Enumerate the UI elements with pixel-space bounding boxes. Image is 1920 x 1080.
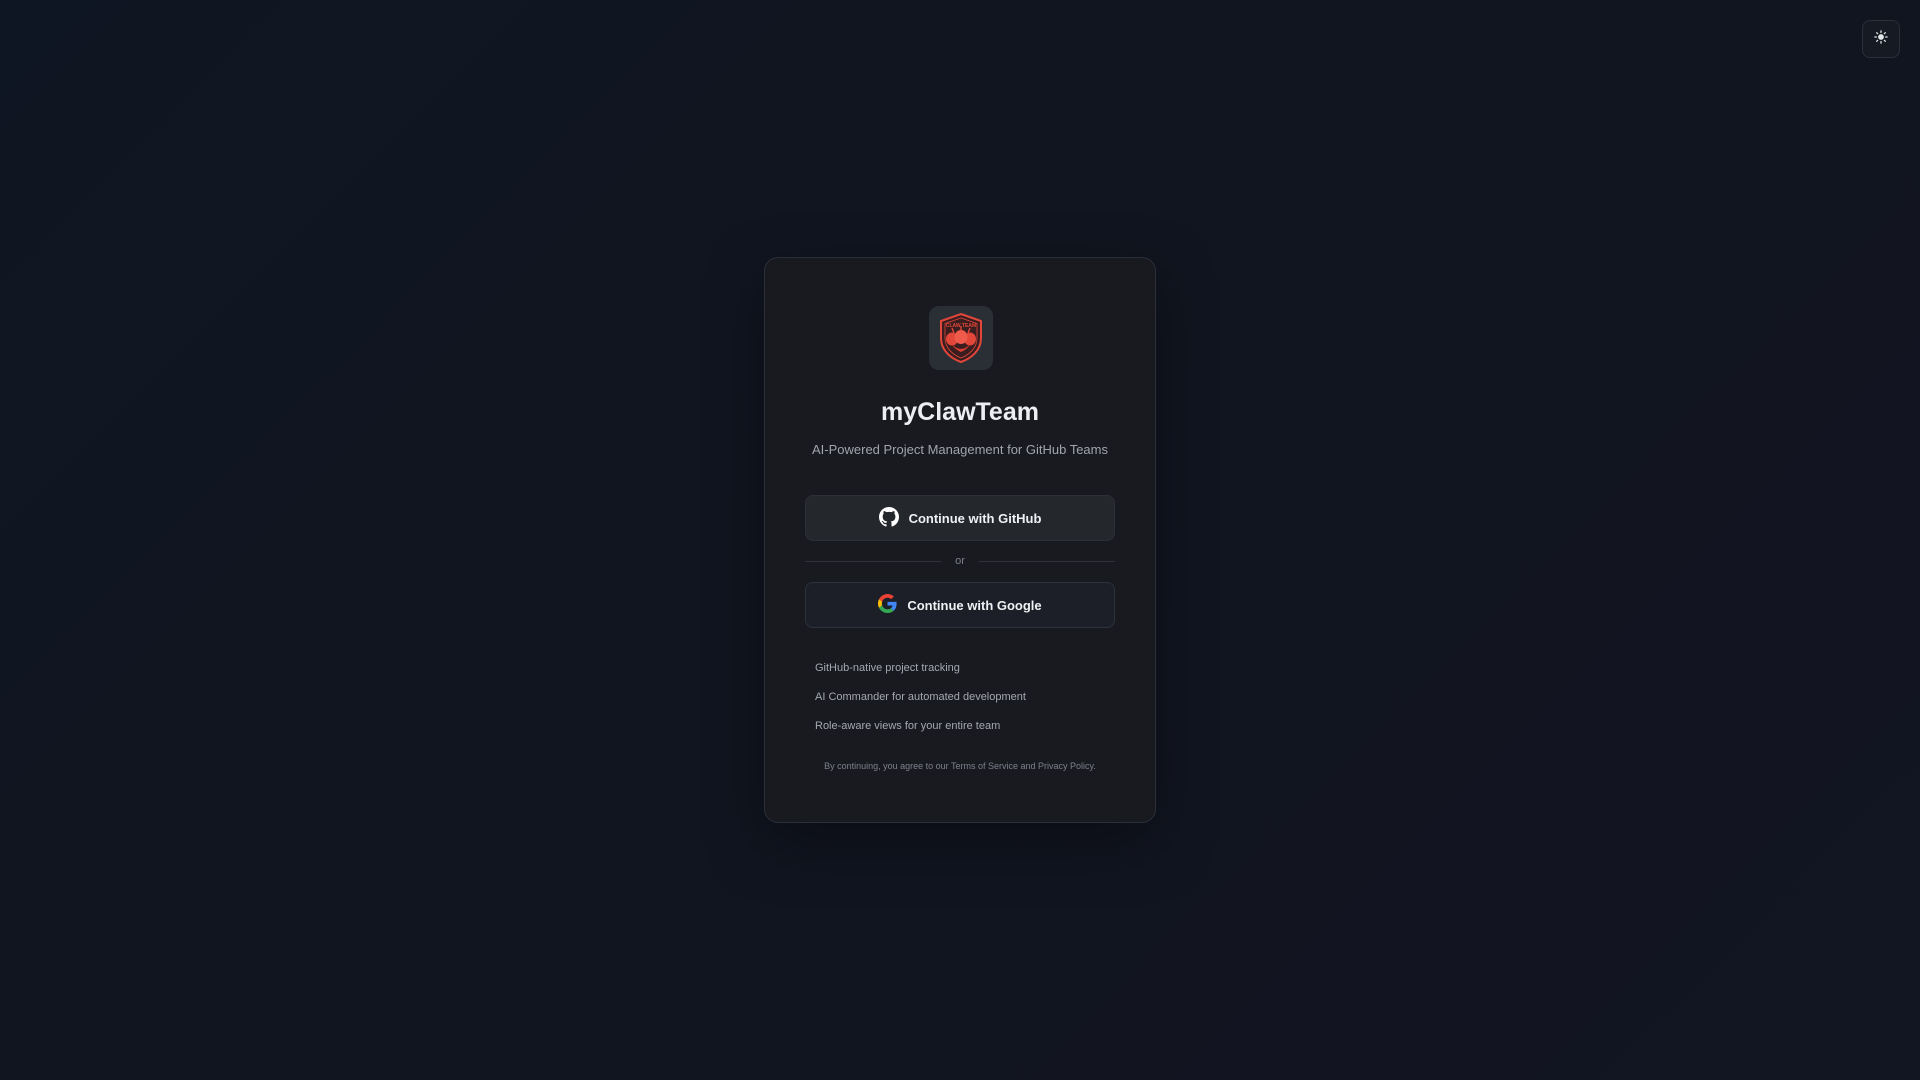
feature-item: AI Commander for automated development: [815, 691, 1026, 703]
google-button-label: Continue with Google: [907, 597, 1042, 613]
app-title: myClawTeam: [881, 398, 1039, 426]
continue-with-google-button[interactable]: Continue with Google: [805, 582, 1115, 628]
divider-text: or: [955, 555, 965, 567]
app-tagline: AI-Powered Project Management for GitHub…: [811, 442, 1108, 457]
legal-notice: By continuing, you agree to our Terms of…: [824, 761, 1096, 771]
feature-item: Role-aware views for your entire team: [815, 720, 1001, 732]
divider-line-right: [978, 560, 1115, 562]
app-logo: CLAW TEAM: [929, 306, 993, 370]
github-icon: [878, 506, 899, 530]
feature-item: GitHub-native project tracking: [815, 662, 960, 674]
feature-list: GitHub-native project tracking AI Comman…: [815, 661, 1026, 748]
theme-toggle-button[interactable]: [1862, 20, 1900, 58]
google-icon: [878, 594, 897, 616]
claw-team-shield-logo: CLAW TEAM: [940, 312, 982, 364]
login-card: CLAW TEAM myClawTeam AI-Powered Project …: [764, 257, 1156, 823]
sun-icon: [1874, 29, 1888, 49]
continue-with-github-button[interactable]: Continue with GitHub: [805, 495, 1115, 541]
divider-line-left: [805, 560, 942, 562]
or-divider: or: [805, 553, 1115, 569]
github-button-label: Continue with GitHub: [908, 510, 1042, 526]
